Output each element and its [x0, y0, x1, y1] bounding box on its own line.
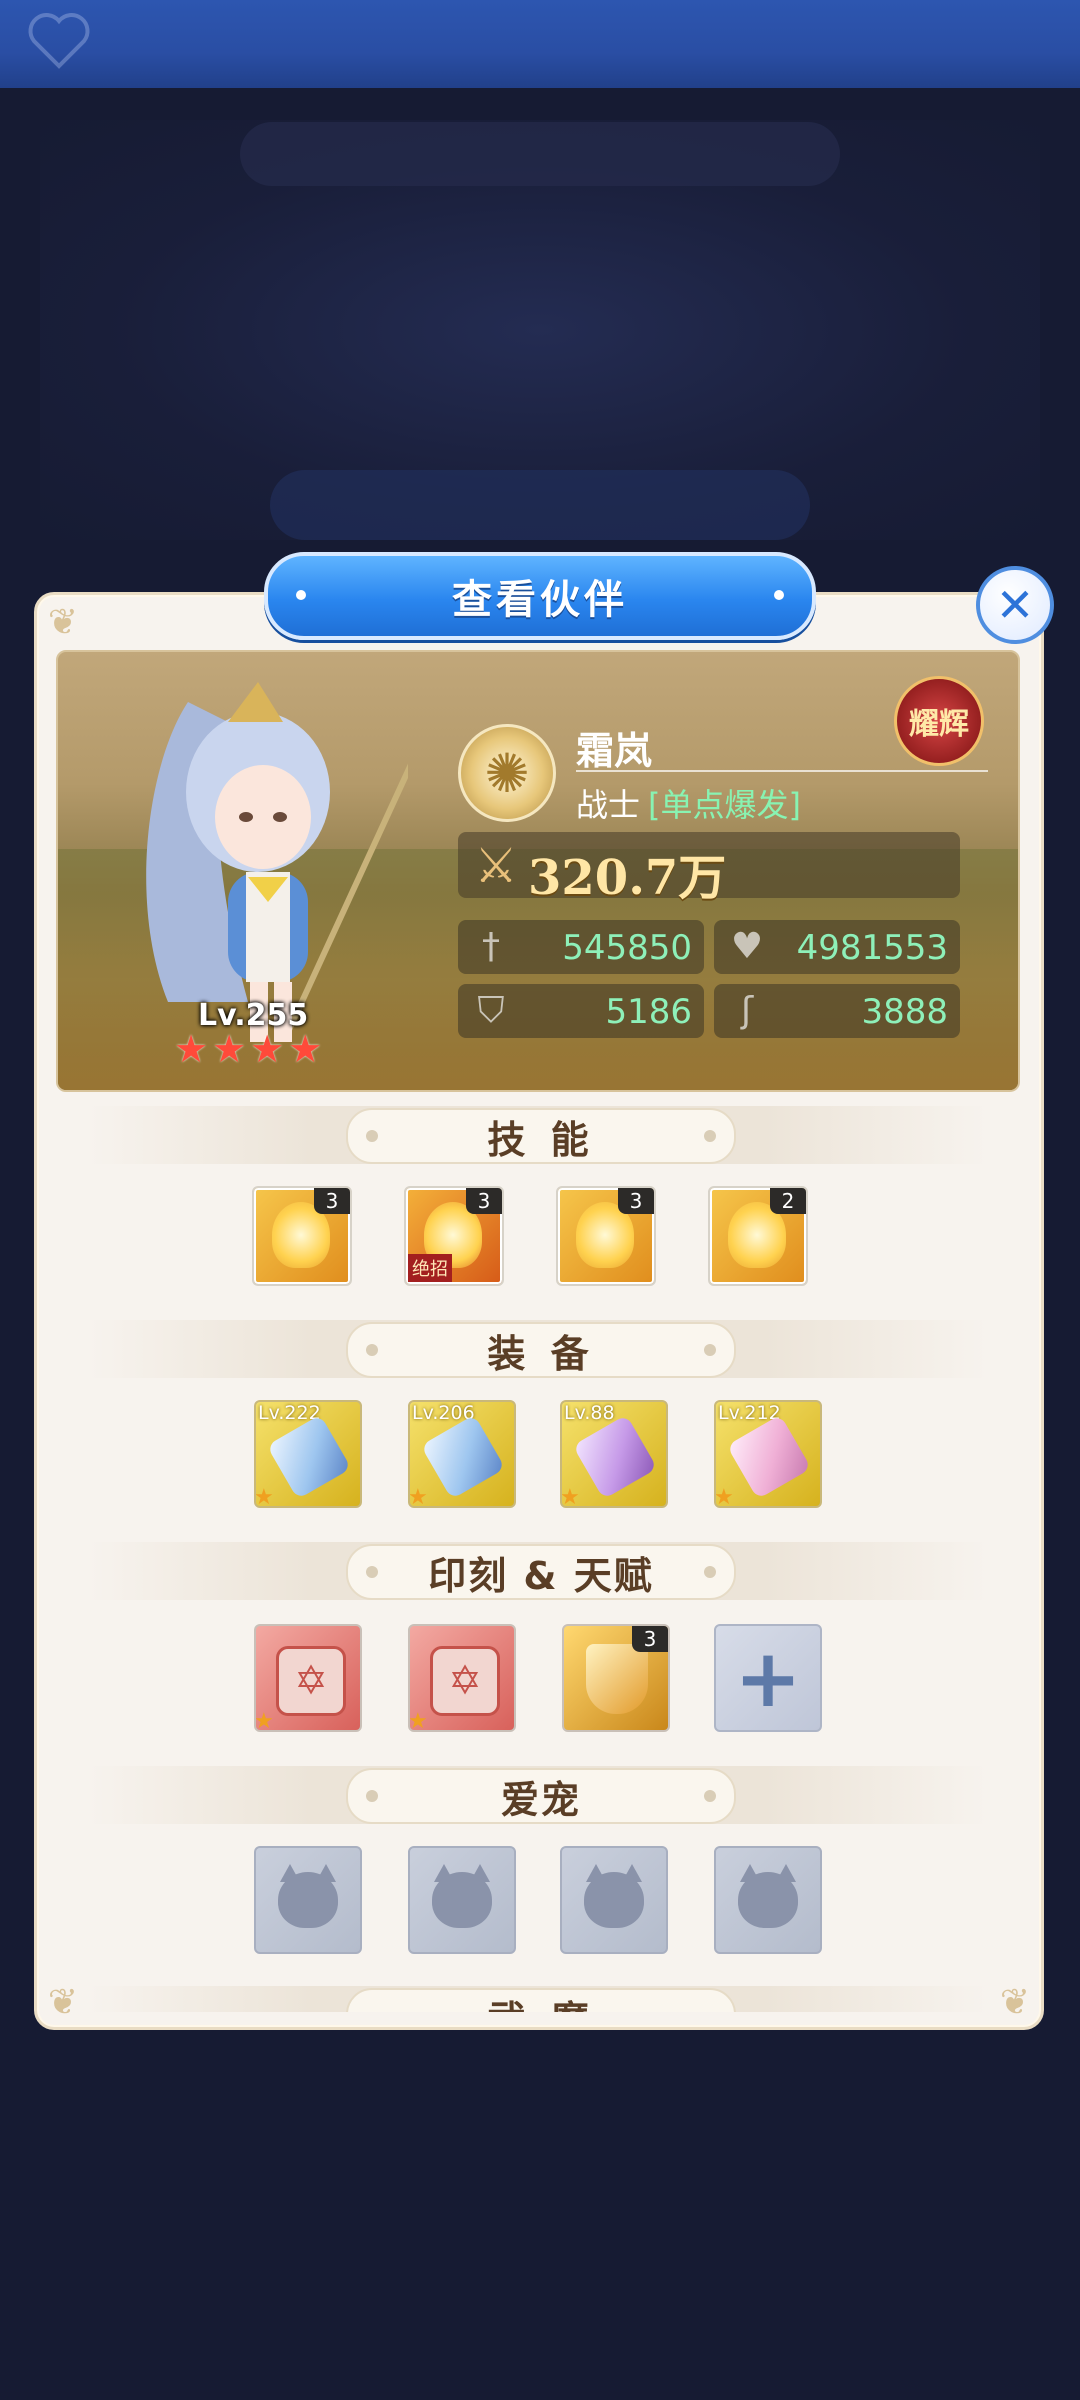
- pet-silhouette-icon: [584, 1872, 644, 1928]
- star-icon: ★: [408, 1485, 428, 1508]
- equipment-slot[interactable]: Lv.88 ★: [560, 1400, 668, 1508]
- power-sword-icon: ⚔: [474, 838, 518, 894]
- stat-value: 545850: [562, 928, 692, 968]
- rune-slot[interactable]: ✡ ★: [408, 1624, 516, 1732]
- equipment-slot[interactable]: Lv.212 ★: [714, 1400, 822, 1508]
- skill-level: 3: [466, 1188, 502, 1214]
- shield-icon: ⛉: [477, 990, 505, 1031]
- ultimate-tag: 绝招: [408, 1254, 452, 1282]
- pet-slot[interactable]: [714, 1846, 822, 1954]
- armor-icon: [420, 1414, 506, 1500]
- close-icon: ✕: [995, 578, 1035, 632]
- plus-icon: +: [734, 1631, 802, 1725]
- section-title: 印刻 & 天赋: [428, 1553, 654, 1598]
- section-header-pets: 爱宠: [88, 1766, 988, 1824]
- hero-class-tag: [单点爆发]: [648, 786, 801, 824]
- star-icon: ★: [714, 1485, 734, 1508]
- skill-slot[interactable]: 2: [708, 1186, 808, 1286]
- background-pill-2: [270, 470, 810, 540]
- section-header-clipped: 武 魔: [88, 1986, 988, 2012]
- star-icon: ★: [250, 1027, 285, 1071]
- weapon-icon: [266, 1414, 352, 1500]
- equipment-slot[interactable]: Lv.222 ★: [254, 1400, 362, 1508]
- corner-ornament-icon: ❦: [47, 1982, 79, 2023]
- pet-silhouette-icon: [738, 1872, 798, 1928]
- section-header-skills: 技 能: [88, 1106, 988, 1164]
- sword-icon: †: [482, 926, 500, 967]
- stat-hp: ♥ 4981553: [714, 920, 960, 974]
- rank-badge: 耀辉: [894, 676, 984, 766]
- pet-silhouette-icon: [432, 1872, 492, 1928]
- skill-level: 3: [314, 1188, 350, 1214]
- stat-speed: ʃ 3888: [714, 984, 960, 1038]
- hero-class: 战士 [单点爆发]: [576, 780, 801, 826]
- combat-power-value: 320.7万: [528, 850, 727, 906]
- divider: [576, 770, 988, 772]
- talent-shield-icon: [586, 1644, 648, 1714]
- skill-slot[interactable]: 3 绝招: [404, 1186, 504, 1286]
- pet-slot[interactable]: [408, 1846, 516, 1954]
- section-title: 技 能: [487, 1117, 595, 1162]
- equipment-slot[interactable]: Lv.206 ★: [408, 1400, 516, 1508]
- close-button[interactable]: ✕: [976, 566, 1054, 644]
- section-header-runes: 印刻 & 天赋: [88, 1542, 988, 1600]
- talent-level: 3: [632, 1626, 668, 1652]
- star-icon: ★: [254, 1709, 274, 1732]
- pet-slot[interactable]: [560, 1846, 668, 1954]
- star-icon: ★: [212, 1027, 247, 1071]
- pet-silhouette-icon: [278, 1872, 338, 1928]
- stat-attack: † 545850: [458, 920, 704, 974]
- stat-value: 5186: [605, 992, 692, 1032]
- boots-icon: [726, 1414, 812, 1500]
- hero-name: 霜岚: [576, 729, 653, 773]
- corner-ornament-icon: ❦: [999, 1982, 1031, 2023]
- rune-slot[interactable]: ✡ ★: [254, 1624, 362, 1732]
- section-title: 武 魔: [487, 1989, 594, 2013]
- star-icon: ★: [408, 1709, 428, 1732]
- boot-icon: ʃ: [740, 990, 754, 1031]
- stat-value: 3888: [861, 992, 948, 1032]
- pet-slot[interactable]: [254, 1846, 362, 1954]
- heart-icon: ♥: [730, 926, 764, 967]
- hero-card: Lv.255 ★ ★ ★ ★ ✺ 霜岚 战士 [单点爆发] 耀辉 ⚔ 320.7万…: [56, 650, 1020, 1092]
- stat-value: 4981553: [796, 928, 948, 968]
- heart-icon: [28, 13, 90, 69]
- dialog-title: 查看伙伴: [452, 577, 628, 623]
- skill-slot[interactable]: 3: [252, 1186, 352, 1286]
- talent-slot[interactable]: 3: [562, 1624, 670, 1732]
- corner-ornament-icon: ❦: [47, 602, 79, 643]
- star-icon: ★: [560, 1485, 580, 1508]
- rune-hexagram-icon: ✡: [430, 1646, 500, 1716]
- star-icon: ★: [254, 1485, 274, 1508]
- section-header-equipment: 装 备: [88, 1320, 988, 1378]
- section-title: 爱宠: [500, 1777, 581, 1822]
- hero-class-label: 战士: [576, 786, 641, 824]
- stat-defense: ⛉ 5186: [458, 984, 704, 1038]
- section-title: 装 备: [487, 1331, 595, 1376]
- skill-level: 2: [770, 1188, 806, 1214]
- star-icon: ★: [174, 1027, 209, 1071]
- rune-hexagram-icon: ✡: [276, 1646, 346, 1716]
- class-emblem-icon: ✺: [458, 724, 556, 822]
- hero-stars: ★ ★ ★ ★: [174, 1030, 322, 1068]
- helmet-icon: [572, 1414, 658, 1500]
- add-talent-button[interactable]: +: [714, 1624, 822, 1732]
- star-icon: ★: [288, 1027, 323, 1071]
- equipment-level: Lv.88: [564, 1402, 615, 1424]
- combat-power: ⚔ 320.7万: [458, 832, 960, 906]
- top-bar: [0, 0, 1080, 88]
- background-pill: [240, 122, 840, 186]
- skill-slot[interactable]: 3: [556, 1186, 656, 1286]
- dialog-title-bar: 查看伙伴: [264, 552, 816, 640]
- skill-level: 3: [618, 1188, 654, 1214]
